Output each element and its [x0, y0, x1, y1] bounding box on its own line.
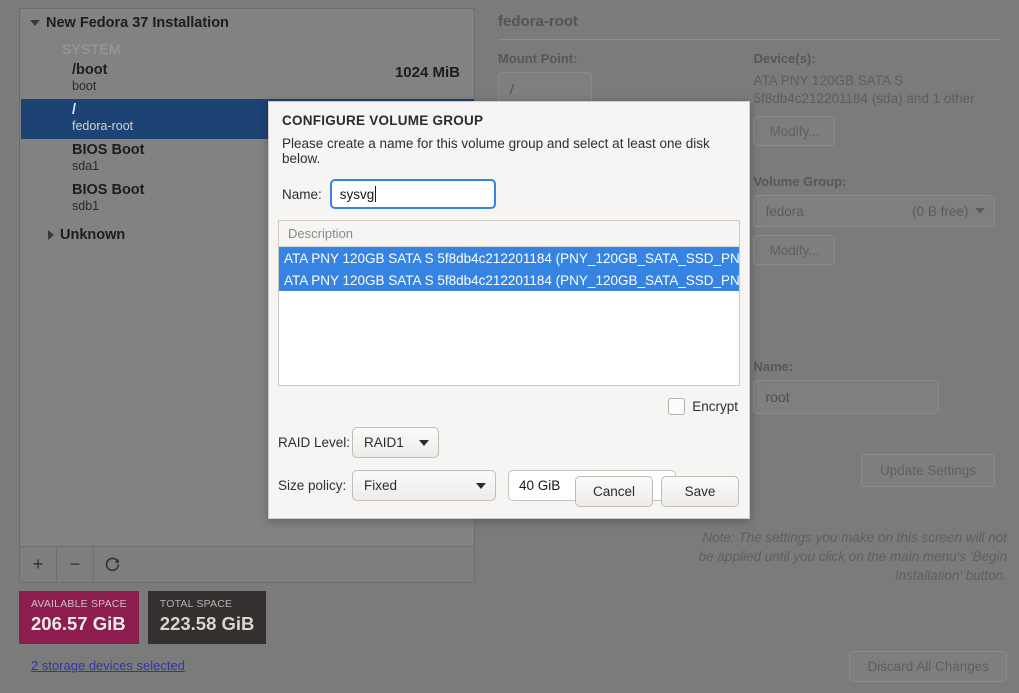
size-policy-select[interactable]: Fixed: [352, 470, 496, 501]
settings-note: Note: The settings you make on this scre…: [698, 530, 1007, 583]
unknown-group-title: Unknown: [60, 227, 126, 243]
device-sub: boot: [72, 79, 97, 93]
device-name: /boot: [72, 62, 108, 78]
dialog-button-row: Cancel Save: [575, 476, 739, 507]
volume-group-name-input[interactable]: sysvg: [329, 179, 496, 209]
chevron-down-icon: [419, 439, 429, 446]
triangle-down-icon[interactable]: [30, 20, 40, 26]
refresh-icon: [104, 556, 121, 573]
device-size: 1024 MiB: [394, 64, 460, 81]
name-label: Name:: [753, 359, 794, 374]
storage-devices-selected-link[interactable]: 2 storage devices selected: [31, 658, 185, 673]
size-policy-value: Fixed: [364, 478, 398, 493]
available-space-caption: AVAILABLE SPACE: [31, 598, 127, 610]
plus-icon: +: [32, 554, 44, 574]
device-sub: fedora-root: [72, 119, 134, 133]
volume-group-combo[interactable]: fedora (0 B free): [753, 195, 996, 227]
details-title: fedora-root: [498, 13, 578, 30]
space-summary: AVAILABLE SPACE 206.57 GiB TOTAL SPACE 2…: [19, 591, 267, 644]
mount-point-label: Mount Point:: [498, 51, 578, 66]
available-space-box: AVAILABLE SPACE 206.57 GiB: [19, 591, 139, 644]
add-mountpoint-button[interactable]: +: [20, 547, 57, 582]
raid-level-value: RAID1: [364, 435, 404, 450]
cancel-button[interactable]: Cancel: [575, 476, 653, 507]
disk-list-item[interactable]: ATA PNY 120GB SATA S 5f8db4c212201184 (P…: [279, 247, 739, 269]
total-space-box: TOTAL SPACE 223.58 GiB: [147, 591, 267, 644]
encrypt-label: Encrypt: [692, 399, 738, 414]
devices-value: ATA PNY 120GB SATA S 5f8db4c212201184 (s…: [753, 73, 975, 106]
save-button[interactable]: Save: [661, 476, 739, 507]
discard-all-changes-button[interactable]: Discard All Changes: [849, 651, 1007, 682]
chevron-down-icon: [975, 208, 986, 214]
disk-list-header-description: Description: [279, 221, 739, 247]
available-space-value: 206.57 GiB: [31, 613, 126, 634]
volume-group-name-label: Name:: [282, 186, 322, 202]
volume-group-value: fedora: [765, 203, 804, 219]
volume-group-name-value: sysvg: [339, 186, 375, 202]
installation-group-title: New Fedora 37 Installation: [46, 15, 229, 31]
storage-tree-toolbar: + −: [19, 546, 475, 583]
volume-group-modify-button[interactable]: Modify...: [753, 235, 836, 265]
dialog-description: Please create a name for this volume gro…: [282, 136, 710, 166]
devices-label: Device(s):: [753, 51, 816, 66]
name-input[interactable]: root: [753, 380, 940, 414]
update-settings-button[interactable]: Update Settings: [860, 454, 995, 487]
disk-selection-list[interactable]: Description ATA PNY 120GB SATA S 5f8db4c…: [278, 220, 740, 386]
device-name: BIOS Boot: [72, 182, 145, 198]
dialog-title: CONFIGURE VOLUME GROUP: [282, 113, 484, 128]
device-sub: sda1: [72, 159, 100, 173]
raid-level-select[interactable]: RAID1: [352, 427, 439, 458]
encrypt-row: Encrypt: [269, 386, 749, 415]
total-space-value: 223.58 GiB: [159, 613, 255, 634]
minus-icon: −: [69, 554, 81, 574]
triangle-right-icon[interactable]: [48, 230, 54, 240]
volume-group-name-row: Name: sysvg: [269, 166, 749, 209]
installation-group-header[interactable]: New Fedora 37 Installation: [20, 9, 474, 35]
remove-mountpoint-button[interactable]: −: [57, 547, 94, 582]
disk-list-item[interactable]: ATA PNY 120GB SATA S 5f8db4c212201184 (P…: [279, 269, 739, 291]
device-row-boot[interactable]: /boot boot 1024 MiB: [20, 59, 474, 99]
device-sub: sdb1: [72, 199, 100, 213]
device-name: /: [72, 102, 77, 118]
device-name: BIOS Boot: [72, 142, 145, 158]
encrypt-checkbox[interactable]: [668, 398, 686, 415]
raid-level-label: RAID Level:: [278, 435, 351, 450]
volume-group-free: (0 B free): [912, 203, 969, 219]
text-caret: [375, 186, 377, 202]
size-policy-label: Size policy:: [278, 478, 347, 493]
reload-storage-button[interactable]: [94, 547, 130, 582]
total-space-caption: TOTAL SPACE: [159, 598, 233, 610]
chevron-down-icon: [476, 482, 486, 489]
raid-level-row: RAID Level: RAID1: [269, 415, 749, 458]
section-label-system: SYSTEM: [62, 41, 121, 57]
devices-modify-button[interactable]: Modify...: [753, 116, 836, 146]
volume-group-label: Volume Group:: [753, 174, 847, 189]
configure-volume-group-dialog: CONFIGURE VOLUME GROUP Please create a n…: [268, 101, 750, 519]
